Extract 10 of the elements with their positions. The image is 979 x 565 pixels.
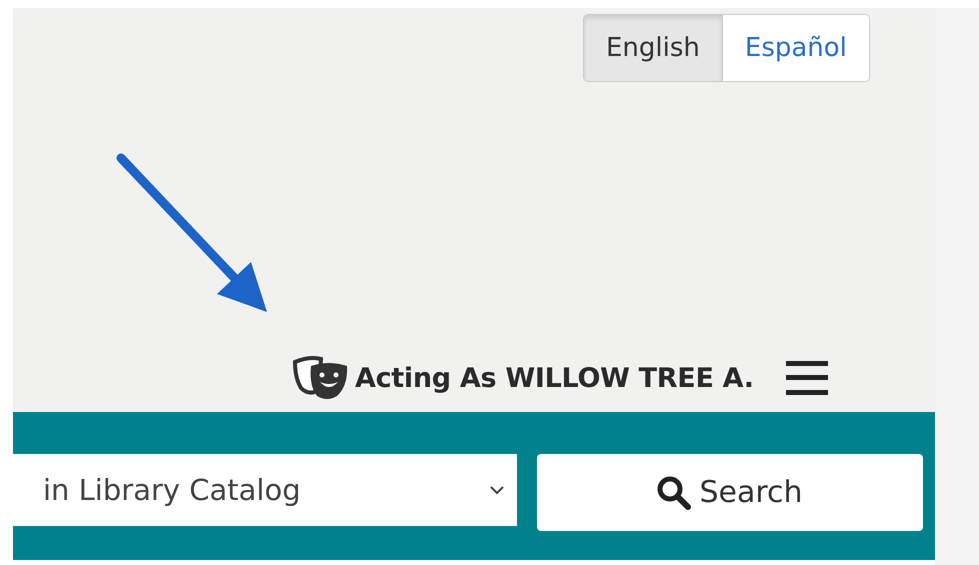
theater-masks-icon: [291, 356, 349, 400]
search-icon: [657, 476, 692, 510]
language-button[interactable]: English: [584, 15, 723, 81]
language-button[interactable]: Español: [722, 15, 869, 81]
search-scope-dropdown[interactable]: in Library Catalog: [13, 454, 517, 526]
search-button[interactable]: Search: [537, 454, 923, 531]
chevron-down-icon: [489, 485, 505, 495]
acting-as-link[interactable]: Acting As WILLOW TREE A.: [291, 356, 754, 400]
menu-button[interactable]: [786, 361, 828, 395]
menu-icon: [786, 361, 828, 395]
